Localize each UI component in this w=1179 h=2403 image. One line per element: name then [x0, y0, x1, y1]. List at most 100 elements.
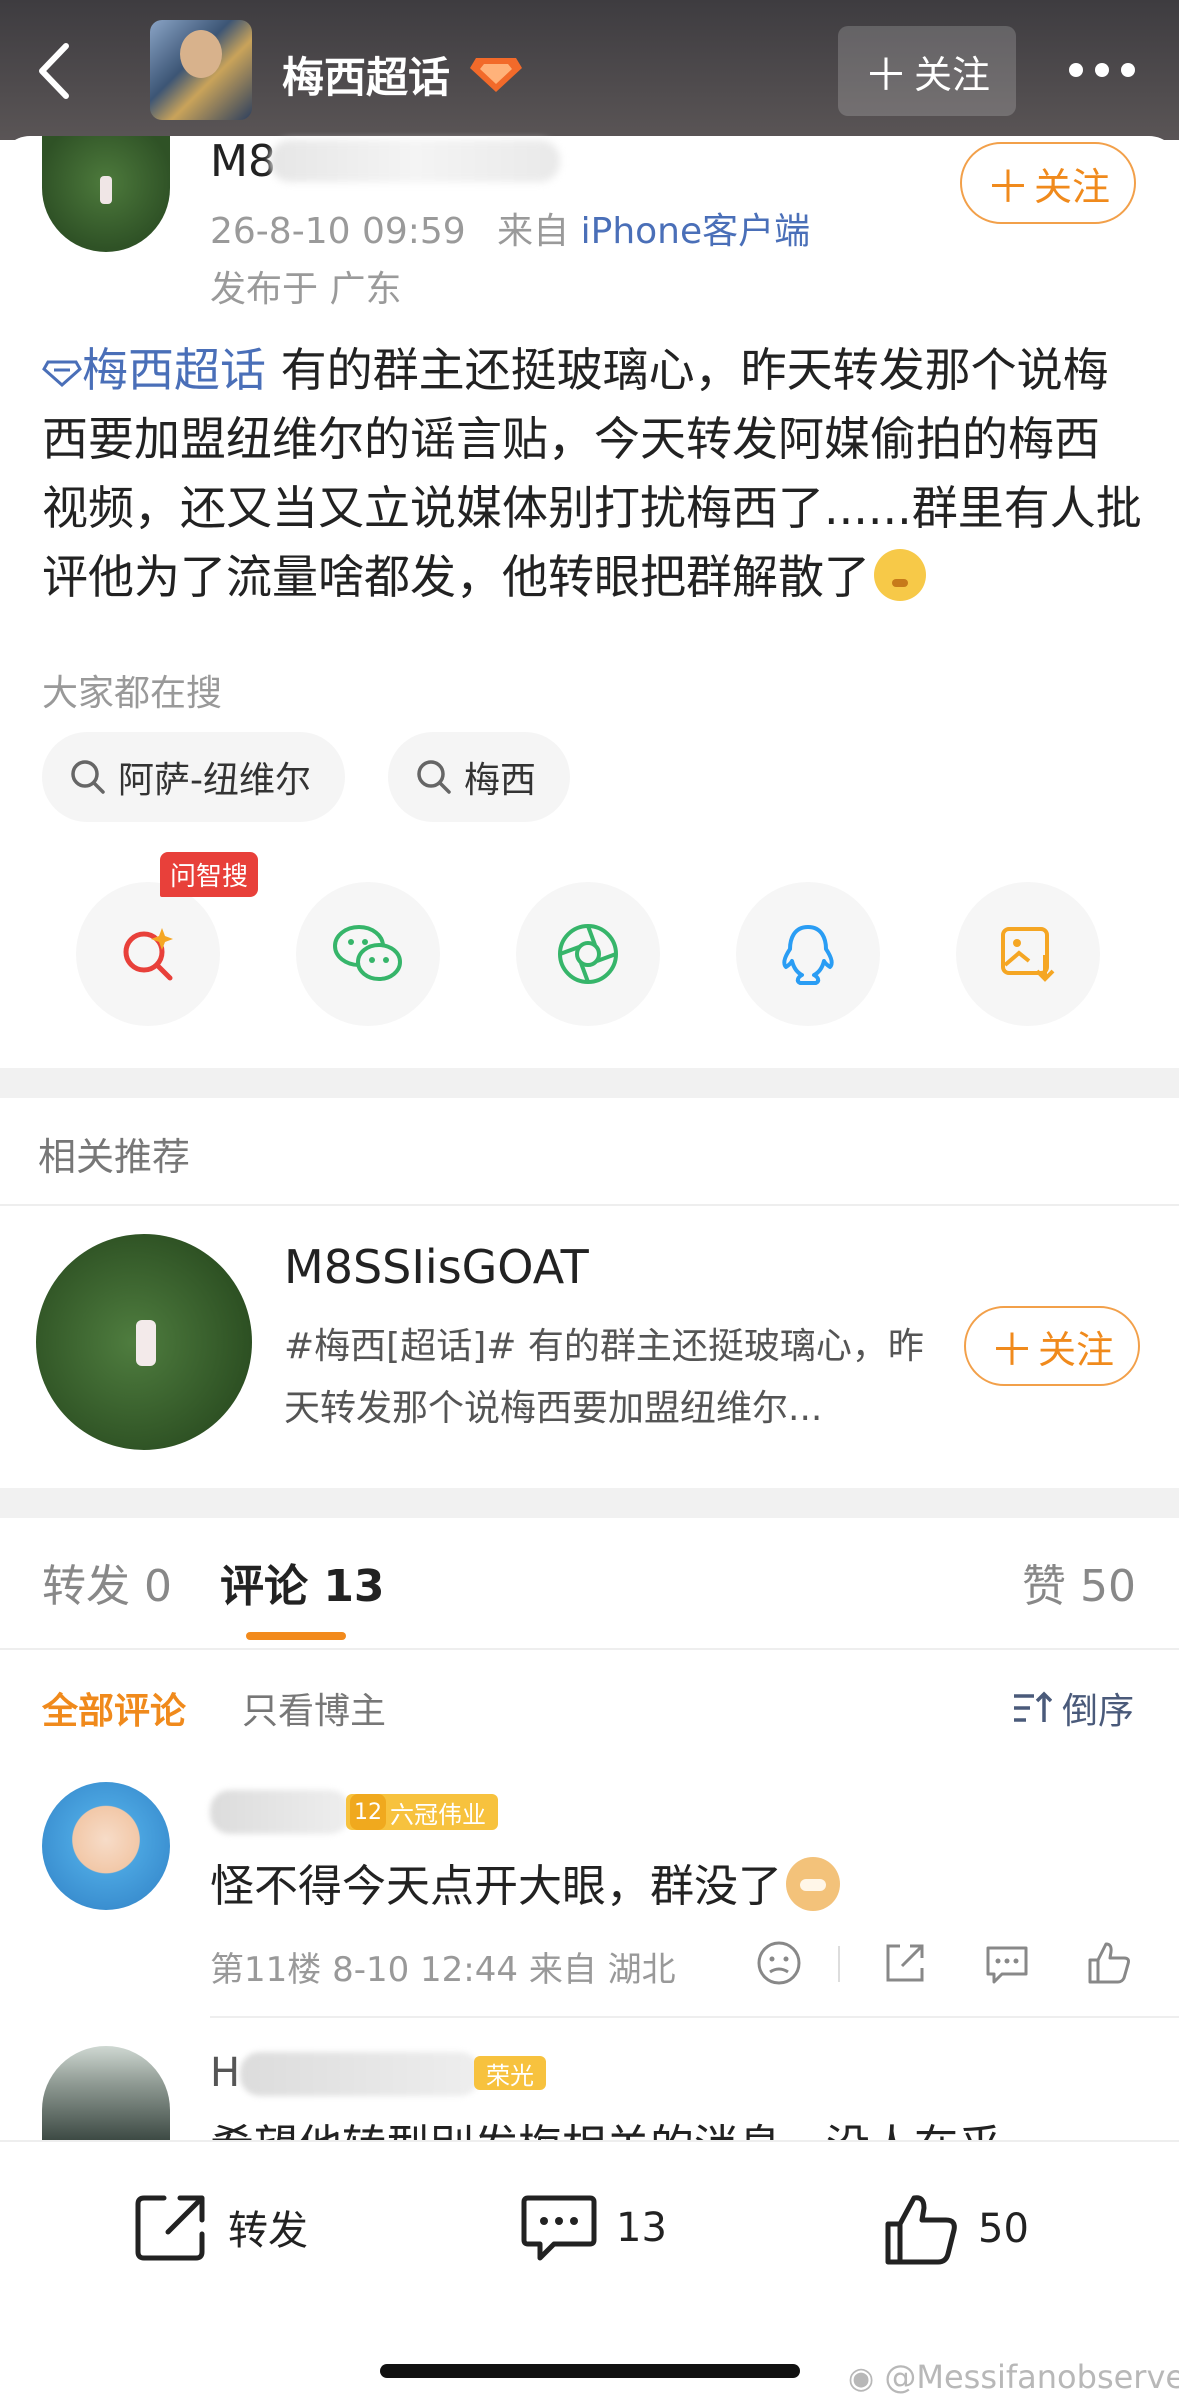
like-icon[interactable]	[1082, 1936, 1136, 1990]
section-divider	[0, 1488, 1179, 1518]
divider	[0, 1648, 1179, 1650]
share-wechat-button[interactable]	[296, 882, 440, 1026]
home-indicator	[380, 2364, 800, 2378]
comment-text: 怪不得今天点开大眼，群没了	[210, 1850, 840, 1914]
repost-label: 转发	[228, 2208, 308, 2254]
comment-count: 13	[616, 2205, 667, 2251]
post-body: 梅西超话 有的群主还挺玻璃心，昨天转发那个说梅西要加盟纽维尔的谣言贴，今天转发阿…	[42, 336, 1142, 612]
author-name-redaction	[270, 140, 560, 182]
topic-cover-image[interactable]	[150, 20, 252, 120]
recommended-user-name[interactable]: M8SSIisGOAT	[284, 1240, 589, 1294]
like-button[interactable]: 50	[884, 2192, 1029, 2266]
recommend-follow-label: 关注	[1037, 1327, 1114, 1372]
wechat-icon	[333, 925, 402, 981]
save-image-icon	[1001, 927, 1055, 982]
super-topic-diamond-icon	[470, 58, 522, 92]
plus-icon: ＋	[989, 1325, 1034, 1376]
post-from-label: 来自	[497, 211, 570, 252]
search-chip-2[interactable]: 梅西	[388, 732, 571, 822]
fan-badge-label: 荣光	[486, 2061, 534, 2090]
filter-all-comments[interactable]: 全部评论	[42, 1682, 186, 1734]
search-chip-1[interactable]: 阿萨-纽维尔	[42, 732, 345, 822]
author-name[interactable]: M8	[210, 136, 276, 187]
search-chip-label: 阿萨-纽维尔	[118, 760, 311, 801]
repost-button[interactable]: 转发	[134, 2192, 308, 2262]
post-tabs: 转发 0 评论 13 赞 50	[0, 1520, 1179, 1650]
repost-icon	[135, 2195, 205, 2261]
post-card: M8 26-8-10 09:59 来自 iPhone客户端 发布于 广东 ＋ 关…	[0, 136, 1179, 1066]
watermark: ◉ @Messifanobserver	[848, 2358, 1179, 2396]
recommend-follow-button[interactable]: ＋ 关注	[964, 1306, 1140, 1386]
shush-emoji-icon	[874, 549, 926, 601]
comment-button[interactable]: 13	[520, 2192, 667, 2264]
topic-tag-link[interactable]: 梅西超话	[42, 343, 266, 397]
qq-icon	[782, 925, 834, 985]
comment-text-clip: 希望他转型别发梅相关的消息，没人在乎	[210, 2100, 1179, 2140]
doge-emoji-icon	[786, 1857, 840, 1911]
header-follow-label: 关注	[913, 52, 990, 97]
author-follow-label: 关注	[1033, 164, 1110, 209]
share-moments-button[interactable]	[516, 882, 660, 1026]
super-topic-small-icon	[42, 360, 82, 388]
fan-level: 12	[350, 1794, 386, 1830]
recommended-user-avatar[interactable]	[36, 1234, 252, 1450]
thumbs-up-icon	[885, 2195, 957, 2265]
author-follow-button[interactable]: ＋ 关注	[960, 142, 1136, 224]
commenter-avatar[interactable]	[42, 2046, 170, 2140]
moments-icon	[558, 924, 618, 984]
like-count: 50	[978, 2206, 1029, 2252]
search-icon	[417, 760, 451, 794]
commenter-avatar[interactable]	[42, 1782, 170, 1910]
post-location: 发布于 广东	[210, 269, 402, 310]
topic-tag-label: 梅西超话	[82, 343, 266, 397]
fan-badge: 荣光	[474, 2056, 546, 2090]
back-arrow-icon[interactable]	[30, 38, 80, 104]
post-source[interactable]: iPhone客户端	[581, 211, 811, 252]
author-avatar[interactable]	[42, 136, 170, 252]
active-tab-indicator	[246, 1632, 346, 1640]
comment-body: 希望他转型别发梅相关的消息，没人在乎	[210, 2110, 1002, 2140]
ai-search-icon	[123, 928, 173, 981]
related-recommend-title: 相关推荐	[38, 1135, 191, 1179]
share-row: 问智搜	[0, 852, 1179, 1032]
divider	[210, 2016, 1179, 2018]
reply-icon[interactable]	[980, 1936, 1034, 1990]
fan-badge-label: 六冠伟业	[390, 1800, 486, 1829]
recommended-post-preview[interactable]: #梅西[超话]# 有的群主还挺玻璃心，昨天转发那个说梅西要加盟纽维尔...	[284, 1316, 924, 1440]
tab-repost[interactable]: 转发 0	[42, 1550, 172, 1614]
ai-search-badge: 问智搜	[160, 852, 259, 897]
top-nav-bar: 梅西超话 ＋ 关注	[0, 0, 1179, 140]
comment-actions	[0, 1936, 1179, 1992]
more-options-icon[interactable]	[1066, 56, 1138, 84]
trending-search-title: 大家都在搜	[42, 673, 223, 714]
fan-badge: 12 六冠伟业	[346, 1794, 498, 1830]
sort-toggle[interactable]: 倒序	[1012, 1682, 1134, 1734]
tab-likes[interactable]: 赞 50	[1022, 1550, 1136, 1614]
commenter-name[interactable]: H	[210, 2050, 240, 2096]
section-divider	[0, 1068, 1179, 1098]
share-qq-button[interactable]	[736, 882, 880, 1026]
commenter-name-redaction	[240, 2052, 480, 2096]
watermark-text: @Messifanobserver	[884, 2358, 1179, 2396]
tab-comments[interactable]: 评论 13	[220, 1550, 385, 1614]
dislike-face-icon[interactable]	[752, 1936, 806, 1990]
commenter-name-redaction[interactable]	[210, 1790, 350, 1834]
post-date: 26-8-10 09:59	[210, 211, 466, 252]
post-meta: 26-8-10 09:59 来自 iPhone客户端	[210, 202, 810, 254]
commenter-name-prefix: H	[210, 2050, 241, 2096]
header-follow-button[interactable]: ＋ 关注	[838, 26, 1016, 116]
comment-body: 怪不得今天点开大眼，群没了	[210, 1861, 782, 1912]
weibo-logo-icon: ◉	[848, 2361, 875, 2396]
plus-icon: ＋	[985, 162, 1030, 213]
ai-search-button[interactable]	[76, 882, 220, 1026]
search-chip-label: 梅西	[464, 760, 537, 801]
comment-icon	[521, 2195, 597, 2261]
sort-label: 倒序	[1062, 1691, 1135, 1732]
share-icon[interactable]	[878, 1936, 932, 1990]
plus-icon: ＋	[863, 50, 908, 101]
save-image-button[interactable]	[956, 882, 1100, 1026]
action-separator	[838, 1946, 840, 1982]
topic-title[interactable]: 梅西超话	[282, 44, 450, 105]
comment-filter-row: 全部评论 只看博主 倒序	[0, 1668, 1179, 1748]
filter-author-only[interactable]: 只看博主	[242, 1682, 386, 1734]
